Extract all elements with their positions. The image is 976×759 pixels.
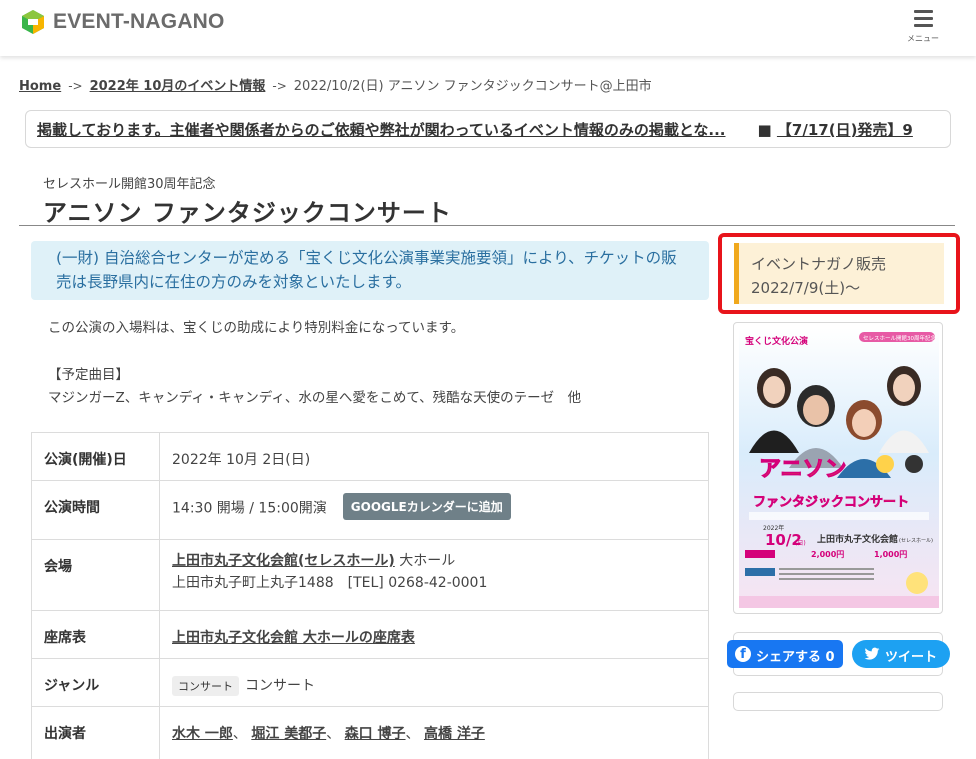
poster-venue-sub: (セレスホール): [899, 538, 933, 544]
breadcrumb-separator: ->: [68, 79, 83, 93]
performer-link[interactable]: 高橋 洋子: [424, 726, 485, 742]
table-row: 出演者 水木 一郎、 堀江 美都子、 森口 博子、 高橋 洋子: [31, 706, 709, 759]
sale-info: イベントナガノ販売 2022/7/9(土)〜: [734, 243, 944, 304]
sale-box: イベントナガノ販売 2022/7/9(土)〜: [718, 233, 960, 314]
sale-text: イベントナガノ販売 2022/7/9(土)〜: [751, 252, 886, 300]
poster-dow: (日): [795, 540, 806, 547]
facebook-icon: f: [735, 646, 751, 662]
twitter-share-label: ツイート: [885, 650, 938, 665]
date-label: 公演(開催)日: [31, 432, 160, 481]
breadcrumb: Home -> 2022年 10月のイベント情報 -> 2022/10/2(日) アニソ…: [19, 75, 652, 94]
poster-title-1: アニソン: [759, 457, 847, 482]
song-list-header: 【予定曲目】: [48, 367, 129, 383]
ticker-link-2[interactable]: 【7/17(日)発売】9: [777, 121, 913, 139]
facebook-share-label: シェアする: [756, 650, 822, 665]
performer-sep: 、: [232, 726, 247, 742]
menu-label: メニュー: [907, 34, 939, 43]
performers-cell: 水木 一郎、 堀江 美都子、 森口 博子、 高橋 洋子: [159, 706, 709, 759]
seat-map-link[interactable]: 上田市丸子文化会館 大ホールの座席表: [172, 630, 415, 646]
title-divider: [19, 225, 955, 226]
table-row: ジャンル コンサート コンサート: [31, 658, 709, 707]
poster-title-2: ファンタジックコンサート: [753, 495, 909, 510]
event-poster-image[interactable]: 宝くじ文化公演 セレスホール開館30周年記念 アニソン ファンタジックコンサート…: [739, 328, 939, 608]
breadcrumb-current: 2022/10/2(日) アニソン ファンタジックコンサート@上田市: [293, 79, 652, 94]
performer-link[interactable]: 水木 一郎: [172, 726, 233, 742]
twitter-share-button[interactable]: ツイート: [852, 640, 950, 668]
sale-date: 2022/7/9(土)〜: [751, 279, 861, 297]
menu-button[interactable]: メニュー: [902, 8, 944, 44]
poster-top-label: 宝くじ文化公演: [745, 335, 808, 347]
poster-anniv: セレスホール開館30周年記念: [863, 334, 936, 342]
google-calendar-button[interactable]: GOOGLEカレンダーに追加: [342, 493, 511, 520]
time-value: 14:30 開場 / 15:00開演: [172, 500, 327, 517]
facebook-share-button[interactable]: f シェアする 0: [727, 640, 843, 668]
event-info-table: 公演(開催)日 2022年 10月 2日(日) 公演時間 14:30 開場 / …: [31, 432, 709, 759]
breadcrumb-month[interactable]: 2022年 10月のイベント情報: [90, 79, 266, 94]
time-label: 公演時間: [31, 480, 160, 540]
performer-sep: 、: [405, 726, 420, 742]
venue-address: 上田市丸子町上丸子1488 [TEL] 0268-42-0001: [172, 575, 488, 591]
performers-label: 出演者: [31, 706, 160, 759]
venue-hall: 大ホール: [399, 553, 456, 569]
venue-cell: 上田市丸子文化会館(セレスホール) 大ホール 上田市丸子町上丸子1488 [TE…: [159, 539, 709, 611]
site-logo-text[interactable]: EVENT-NAGANO: [53, 10, 225, 34]
poster-price-2: 1,000円: [874, 550, 907, 559]
performer-link[interactable]: 森口 博子: [345, 726, 406, 742]
ticker-bullet: ■: [757, 121, 772, 139]
widget-container: [733, 692, 943, 711]
poster-venue: 上田市丸子文化会館: [817, 533, 898, 545]
table-row: 会場 上田市丸子文化会館(セレスホール) 大ホール 上田市丸子町上丸子1488 …: [31, 539, 709, 611]
poster-frame: 宝くじ文化公演 セレスホール開館30周年記念 アニソン ファンタジックコンサート…: [733, 322, 943, 614]
time-cell: 14:30 開場 / 15:00開演 GOOGLEカレンダーに追加: [159, 480, 709, 540]
site-logo-icon[interactable]: [20, 9, 46, 35]
venue-link[interactable]: 上田市丸子文化会館(セレスホール): [172, 553, 395, 569]
seat-label: 座席表: [31, 610, 160, 659]
song-list: 【予定曲目】 マジンガーZ、キャンディ・キャンディ、水の星へ愛をこめて、残酷な天…: [48, 364, 581, 410]
event-description: この公演の入場料は、宝くじの助成により特別料金になっています。: [48, 320, 465, 336]
date-value: 2022年 10月 2日(日): [159, 432, 709, 481]
breadcrumb-separator: ->: [272, 79, 287, 93]
sale-label: イベントナガノ販売: [751, 255, 887, 273]
ticket-notice: (一財) 自治総合センターが定める「宝くじ文化公演事業実施要領」により、チケット…: [31, 241, 709, 300]
breadcrumb-home[interactable]: Home: [19, 79, 61, 94]
genre-value: コンサート: [245, 678, 315, 694]
event-subtitle: セレスホール開館30周年記念: [43, 177, 216, 192]
genre-cell: コンサート コンサート: [159, 658, 709, 707]
performer-link[interactable]: 堀江 美都子: [251, 726, 326, 742]
seat-cell: 上田市丸子文化会館 大ホールの座席表: [159, 610, 709, 659]
genre-label: ジャンル: [31, 658, 160, 707]
genre-tag[interactable]: コンサート: [172, 676, 239, 696]
news-ticker: 掲載しております。主催者や関係者からのご依頼や弊社が関わっているイベント情報のみ…: [25, 110, 951, 148]
poster-price-1: 2,000円: [811, 550, 844, 559]
table-row: 公演(開催)日 2022年 10月 2日(日): [31, 432, 709, 481]
table-row: 公演時間 14:30 開場 / 15:00開演 GOOGLEカレンダーに追加: [31, 480, 709, 540]
table-row: 座席表 上田市丸子文化会館 大ホールの座席表: [31, 610, 709, 659]
hamburger-icon: [914, 10, 933, 13]
hamburger-bar: [914, 17, 933, 20]
performer-sep: 、: [326, 726, 341, 742]
venue-label: 会場: [31, 539, 160, 611]
site-header: EVENT-NAGANO メニュー: [0, 0, 976, 56]
event-title: アニソン ファンタジックコンサート: [43, 199, 452, 227]
facebook-share-count: 0: [825, 650, 835, 665]
hamburger-bar: [914, 24, 933, 27]
ticker-link-1[interactable]: 掲載しております。主催者や関係者からのご依頼や弊社が関わっているイベント情報のみ…: [37, 121, 726, 139]
twitter-bird-icon: [864, 647, 880, 660]
song-list-items: マジンガーZ、キャンディ・キャンディ、水の星へ愛をこめて、残酷な天使のテーゼ 他: [48, 390, 582, 406]
